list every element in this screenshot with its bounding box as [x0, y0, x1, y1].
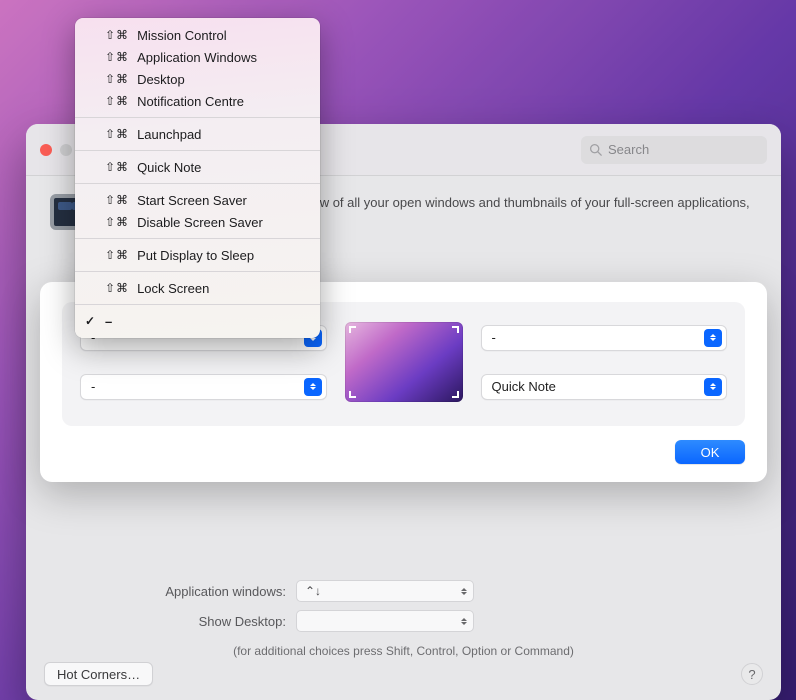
- menu-item[interactable]: ⇧⌘ Application Windows: [75, 46, 320, 68]
- chevron-updown-icon: [304, 378, 322, 396]
- menu-item[interactable]: ⇧⌘ Quick Note: [75, 156, 320, 178]
- bottom-bar: Hot Corners… ?: [44, 662, 763, 686]
- menu-item-label: Mission Control: [137, 28, 227, 43]
- ok-button[interactable]: OK: [675, 440, 745, 464]
- show-desktop-select[interactable]: [296, 610, 474, 632]
- menu-separator: [75, 117, 320, 118]
- chevron-updown-icon: [461, 588, 467, 595]
- chevron-updown-icon: [704, 329, 722, 347]
- shortcut-glyph: ⇧⌘: [105, 50, 129, 64]
- help-button[interactable]: ?: [741, 663, 763, 685]
- shortcut-glyph: ⇧⌘: [105, 248, 129, 262]
- minimize-button[interactable]: [60, 144, 72, 156]
- corner-select-bottom-right[interactable]: Quick Note: [481, 374, 728, 400]
- menu-item-label: Launchpad: [137, 127, 201, 142]
- menu-item[interactable]: ⇧⌘ Mission Control: [75, 24, 320, 46]
- menu-item-label: Disable Screen Saver: [137, 215, 263, 230]
- hot-corners-button[interactable]: Hot Corners…: [44, 662, 153, 686]
- corner-indicator-bl: [349, 384, 363, 398]
- app-windows-select[interactable]: ⌃↓: [296, 580, 474, 602]
- menu-item[interactable]: ⇧⌘ Lock Screen: [75, 277, 320, 299]
- shortcut-glyph: ⇧⌘: [105, 193, 129, 207]
- show-desktop-label: Show Desktop:: [50, 614, 286, 629]
- chevron-updown-icon: [704, 378, 722, 396]
- corner-indicator-tr: [445, 326, 459, 340]
- keyboard-shortcut-rows: Application windows: ⌃↓ Show Desktop: (f…: [50, 576, 757, 658]
- shortcut-glyph: ⇧⌘: [105, 72, 129, 86]
- corner-select-bottom-left[interactable]: -: [80, 374, 327, 400]
- menu-item-label: Quick Note: [137, 160, 201, 175]
- menu-item[interactable]: ⇧⌘ Notification Centre: [75, 90, 320, 112]
- corner-value: Quick Note: [492, 379, 556, 394]
- search-icon: [589, 143, 602, 156]
- shortcut-glyph: ⇧⌘: [105, 127, 129, 141]
- menu-separator: [75, 271, 320, 272]
- corner-value: -: [492, 330, 496, 345]
- search-field[interactable]: Search: [581, 136, 767, 164]
- menu-item-none[interactable]: –: [75, 310, 320, 332]
- menu-item[interactable]: ⇧⌘ Disable Screen Saver: [75, 211, 320, 233]
- screen-preview: [345, 322, 463, 402]
- shortcut-glyph: ⇧⌘: [105, 281, 129, 295]
- app-windows-label: Application windows:: [50, 584, 286, 599]
- corner-select-top-right[interactable]: -: [481, 325, 728, 351]
- menu-item-label: Lock Screen: [137, 281, 209, 296]
- menu-item[interactable]: ⇧⌘ Launchpad: [75, 123, 320, 145]
- menu-item-label: Application Windows: [137, 50, 257, 65]
- close-button[interactable]: [40, 144, 52, 156]
- menu-item-label: Desktop: [137, 72, 185, 87]
- shortcut-glyph: ⇧⌘: [105, 160, 129, 174]
- chevron-updown-icon: [461, 618, 467, 625]
- corner-indicator-br: [445, 384, 459, 398]
- shortcut-glyph: ⇧⌘: [105, 94, 129, 108]
- app-windows-value: ⌃↓: [305, 584, 321, 598]
- menu-item[interactable]: ⇧⌘ Desktop: [75, 68, 320, 90]
- menu-item-label: Start Screen Saver: [137, 193, 247, 208]
- menu-separator: [75, 183, 320, 184]
- menu-item[interactable]: ⇧⌘ Put Display to Sleep: [75, 244, 320, 266]
- shortcut-glyph: ⇧⌘: [105, 215, 129, 229]
- shortcut-hint: (for additional choices press Shift, Con…: [50, 644, 757, 658]
- menu-item[interactable]: ⇧⌘ Start Screen Saver: [75, 189, 320, 211]
- search-placeholder: Search: [608, 142, 649, 157]
- corner-indicator-tl: [349, 326, 363, 340]
- menu-separator: [75, 304, 320, 305]
- menu-item-label: Notification Centre: [137, 94, 244, 109]
- menu-item-label: Put Display to Sleep: [137, 248, 254, 263]
- corner-action-menu: ⇧⌘Mission Control⇧⌘Application Windows⇧⌘…: [75, 18, 320, 338]
- corner-value: -: [91, 379, 95, 394]
- shortcut-glyph: ⇧⌘: [105, 28, 129, 42]
- menu-separator: [75, 150, 320, 151]
- menu-separator: [75, 238, 320, 239]
